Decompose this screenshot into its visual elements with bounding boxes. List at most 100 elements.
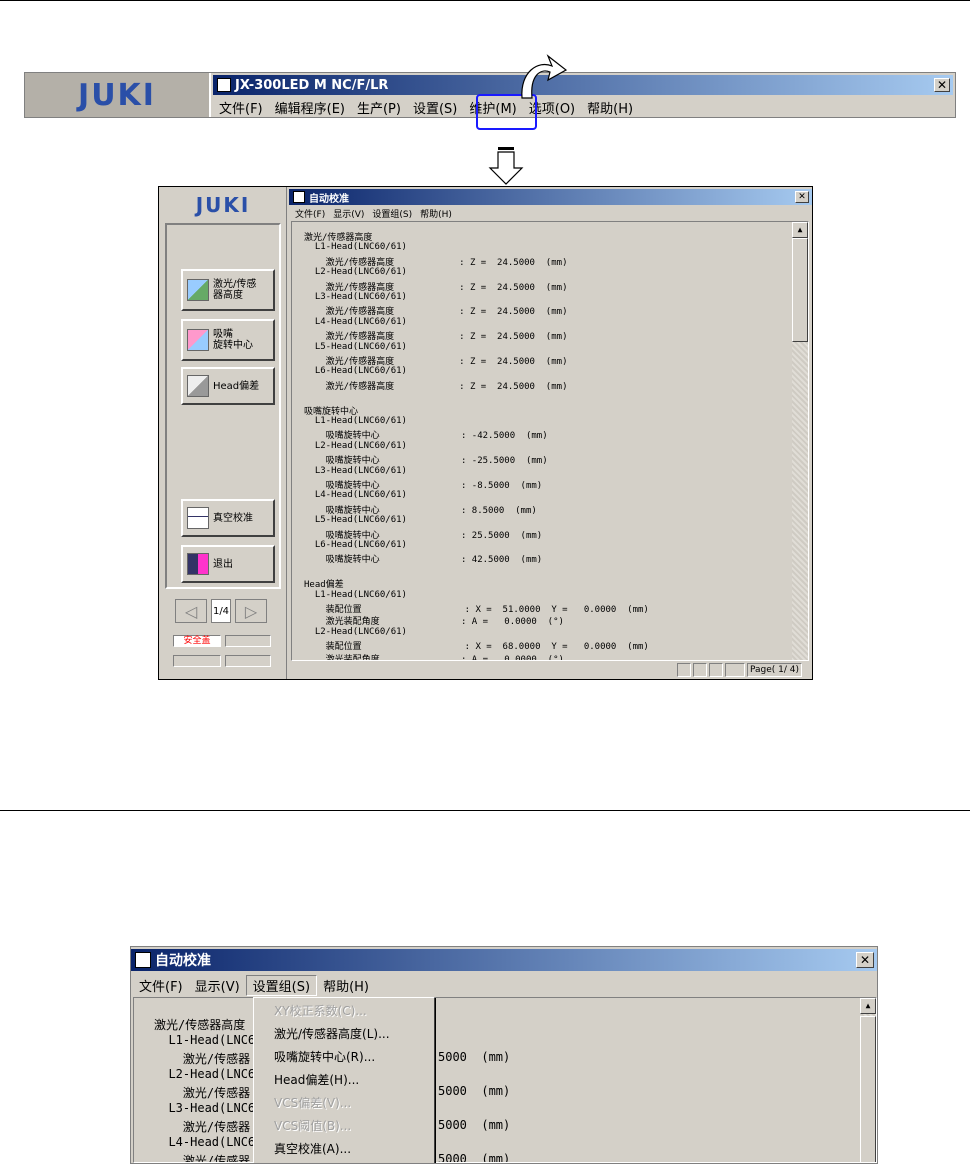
calib-menu-file[interactable]: 文件(F) — [291, 207, 329, 220]
menu-edit-program[interactable]: 编辑程序(E) — [269, 98, 351, 117]
laser-sensor-height-label: 激光/传感 器高度 — [213, 279, 257, 301]
down-arrow-icon — [488, 147, 524, 185]
calib-status-bar: Page( 1/ 4) — [677, 663, 803, 677]
calib-app-icon — [293, 191, 305, 203]
bottom-value-text: 5000 (mm) — [438, 1084, 511, 1098]
calib-text-area: 激光/传感器高度 L1-Head(LNC60/61) 激光/传感器高度 : Z … — [291, 221, 809, 661]
bottom-text-line: L3-Head(LNC6 — [154, 1101, 256, 1115]
calib-window-title: 自动校准 — [309, 193, 349, 205]
calib-menu-settings-group[interactable]: 设置组(S) — [368, 207, 416, 220]
calibration-screenshot: JUKI 激光/传感 器高度 吸嘴 旋转中心 Head偏差 真空校准 退出 ◁ … — [158, 186, 813, 680]
menu-file[interactable]: 文件(F) — [213, 98, 269, 117]
safety-cover-indicator: 安全盖 — [173, 635, 221, 647]
dropdown-item[interactable]: 真空校准(A)... — [274, 1140, 351, 1157]
menu-settings[interactable]: 设置(S) — [407, 98, 463, 117]
middle-divider — [0, 810, 970, 811]
bottom-text-area: 激光/传感器高度 L1-Head(LNC6 激光/传感器 L2-Head(LNC… — [133, 997, 877, 1163]
menu-production[interactable]: 生产(P) — [351, 98, 407, 117]
vacuum-calibration-label: 真空校准 — [213, 512, 253, 524]
page-prev-button[interactable]: ◁ — [175, 599, 207, 623]
top-titlebar: JX-300LED M NC/F/LR ✕ — [213, 75, 953, 95]
dropdown-item[interactable]: 吸嘴旋转中心(R)... — [274, 1048, 375, 1065]
bottom-menu-bar: 文件(F) 显示(V) 设置组(S) 帮助(H) — [133, 974, 375, 996]
calib-text-line: L2-Head(LNC60/61) — [304, 267, 407, 278]
dropdown-item[interactable]: Head偏差(H)... — [274, 1071, 359, 1088]
calib-text-line: L4-Head(LNC60/61) — [304, 490, 407, 501]
nozzle-icon — [187, 329, 209, 351]
status-page: Page( 1/ 4) — [747, 663, 803, 677]
bottom-text-line: L4-Head(LNC6 — [154, 1135, 256, 1149]
bottom-window-title: 自动校准 — [155, 953, 211, 969]
bottom-text-line: 激光/传感器 — [154, 1120, 251, 1134]
vacuum-calibration-icon — [187, 507, 209, 529]
calib-text-line: 激光装配角度 : A = 0.0000 (°) — [304, 617, 564, 628]
bottom-scroll-up-button[interactable]: ▲ — [860, 998, 876, 1014]
bottom-close-button[interactable]: ✕ — [856, 952, 874, 968]
calib-menu-view[interactable]: 显示(V) — [329, 207, 368, 220]
calib-text-line: 吸嘴旋转中心 : 8.5000 (mm) — [304, 505, 537, 516]
bottom-vertical-scrollbar[interactable]: ▲ — [860, 998, 876, 1162]
page-indicator-text: 1/4 — [212, 605, 230, 617]
bottom-value-text: 5000 (mm) — [438, 1050, 511, 1064]
scroll-up-button[interactable]: ▲ — [792, 222, 808, 238]
top-window-title: JX-300LED M NC/F/LR — [235, 77, 389, 93]
calib-text-line: 激光/传感器高度 : Z = 24.5000 (mm) — [304, 357, 568, 367]
calib-text-line: 激光/传感器高度 : Z = 24.5000 (mm) — [304, 282, 568, 293]
calib-text-line: 吸嘴旋转中心 : -8.5000 (mm) — [304, 481, 543, 491]
dropdown-item: XY校正系数(C)... — [274, 1004, 367, 1018]
app-icon — [217, 78, 231, 92]
calib-text-line: L6-Head(LNC60/61) — [304, 540, 407, 550]
page-next-button[interactable]: ▷ — [235, 599, 267, 623]
bottom-menu-view[interactable]: 显示(V) — [189, 976, 246, 995]
bottom-titlebar: 自动校准 ✕ — [131, 949, 877, 971]
dropdown-item[interactable]: 激光/传感器高度(L)... — [274, 1025, 390, 1042]
scroll-thumb[interactable] — [792, 238, 808, 342]
status-cell-2 — [225, 635, 271, 647]
calib-text-line: L1-Head(LNC60/61) — [304, 589, 407, 600]
top-close-button[interactable]: ✕ — [934, 78, 950, 92]
calib-text-line: 吸嘴旋转中心 : -42.5000 (mm) — [304, 431, 548, 442]
menu-help[interactable]: 帮助(H) — [581, 98, 639, 117]
calib-text-line: 吸嘴旋转中心 : 25.5000 (mm) — [304, 530, 543, 541]
dropdown-item: VCS阈值(B)... — [274, 1119, 352, 1133]
bottom-menu-help[interactable]: 帮助(H) — [317, 976, 375, 995]
bottom-menu-file[interactable]: 文件(F) — [133, 976, 189, 995]
calib-text-line: L5-Head(LNC60/61) — [304, 515, 407, 526]
bottom-scroll-thumb[interactable] — [860, 1016, 876, 1162]
safety-cover-label: 安全盖 — [183, 636, 211, 646]
head-offset-button[interactable]: Head偏差 — [181, 367, 275, 405]
head-offset-icon — [187, 375, 209, 397]
bottom-text-line: 激光/传感器 — [154, 1052, 251, 1066]
dropdown-item: VCS偏差(V)... — [274, 1096, 352, 1110]
calib-menu-help[interactable]: 帮助(H) — [416, 207, 456, 220]
head-offset-label: Head偏差 — [213, 380, 260, 392]
laser-sensor-icon — [187, 279, 209, 301]
nozzle-rotation-center-button[interactable]: 吸嘴 旋转中心 — [181, 319, 275, 361]
vacuum-calibration-button[interactable]: 真空校准 — [181, 499, 275, 537]
calib-text-line: 吸嘴旋转中心 : 42.5000 (mm) — [304, 555, 543, 566]
bottom-menu-settings-group[interactable]: 设置组(S) — [245, 974, 318, 996]
bottom-calibration-window: 自动校准 ✕ 文件(F) 显示(V) 设置组(S) 帮助(H) 激光/传感器高度… — [130, 946, 878, 1164]
top-menu-bar: 文件(F) 编辑程序(E) 生产(P) 设置(S) 维护(M) 选项(O) 帮助… — [213, 97, 639, 117]
calib-vertical-scrollbar[interactable]: ▲ — [792, 222, 808, 660]
calib-close-button[interactable]: ✕ — [795, 191, 809, 203]
juki-logo-small: JUKI — [195, 193, 251, 217]
laser-sensor-height-button[interactable]: 激光/传感 器高度 — [181, 269, 275, 311]
calib-text-line: L2-Head(LNC60/61) — [304, 626, 407, 637]
bottom-value-text: 5000 (mm) — [438, 1118, 511, 1132]
nozzle-rotation-center-label: 吸嘴 旋转中心 — [213, 329, 253, 351]
exit-button[interactable]: 退出 — [181, 545, 275, 583]
calib-text-line: L3-Head(LNC60/61) — [304, 292, 407, 302]
bottom-app-icon — [135, 952, 151, 968]
calib-text-line: L2-Head(LNC60/61) — [304, 440, 407, 451]
left-button-panel: JUKI 激光/传感 器高度 吸嘴 旋转中心 Head偏差 真空校准 退出 ◁ … — [159, 187, 287, 679]
calib-text-line: L5-Head(LNC60/61) — [304, 341, 407, 352]
calibration-window: 自动校准 ✕ 文件(F) 显示(V) 设置组(S) 帮助(H) 激光/传感器高度… — [289, 187, 812, 679]
bottom-text-line: 激光/传感器 — [154, 1154, 251, 1163]
calib-menu-bar: 文件(F) 显示(V) 设置组(S) 帮助(H) — [291, 206, 456, 220]
calib-text-line: 激光/传感器高度 : Z = 24.5000 (mm) — [304, 257, 568, 268]
button-frame: 激光/传感 器高度 吸嘴 旋转中心 Head偏差 真空校准 退出 — [165, 223, 281, 589]
status-cell-3 — [173, 655, 221, 667]
calib-text-line: 激光/传感器高度 : Z = 24.5000 (mm) — [304, 381, 568, 392]
calib-text-line: 吸嘴旋转中心 : -25.5000 (mm) — [304, 456, 548, 467]
